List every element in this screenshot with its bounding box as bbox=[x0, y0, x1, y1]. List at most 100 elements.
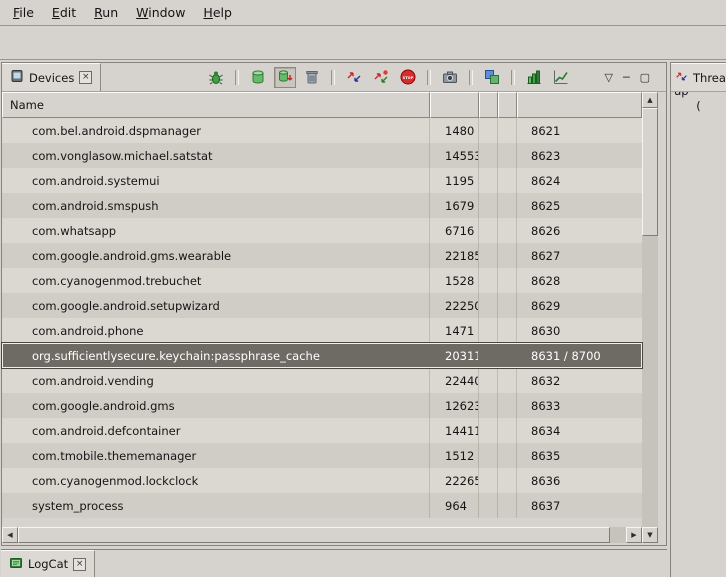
table-row[interactable]: com.android.phone14718630 bbox=[2, 318, 642, 343]
table-row[interactable]: com.vonglasow.michael.satstat145538623 bbox=[2, 143, 642, 168]
debug-icon[interactable] bbox=[205, 67, 227, 88]
update-threads-icon[interactable] bbox=[343, 67, 365, 88]
cell-empty bbox=[479, 118, 498, 143]
menu-item-help[interactable]: Help bbox=[194, 2, 241, 23]
tab-threads[interactable]: Threads bbox=[671, 63, 726, 91]
line-chart-icon[interactable] bbox=[550, 67, 572, 88]
table-row[interactable]: com.whatsapp67168626 bbox=[2, 218, 642, 243]
update-heap-icon[interactable] bbox=[247, 67, 269, 88]
table-row[interactable]: com.google.android.gms.wearable221858627 bbox=[2, 243, 642, 268]
cell-empty bbox=[498, 268, 517, 293]
devices-panel: Devices × STOP ▽ ─ ▢ Name com.bel.android.… bbox=[1, 62, 667, 546]
table-row[interactable]: com.cyanogenmod.trebuchet15288628 bbox=[2, 268, 642, 293]
cell-pid: 22265 bbox=[430, 468, 479, 493]
cell-empty bbox=[498, 443, 517, 468]
scroll-down-button[interactable]: ▼ bbox=[642, 527, 658, 543]
cell-empty bbox=[498, 368, 517, 393]
main-toolbar bbox=[0, 27, 726, 60]
scroll-up-button[interactable]: ▲ bbox=[642, 92, 658, 108]
cell-empty bbox=[498, 218, 517, 243]
column-header-empty[interactable] bbox=[479, 92, 498, 118]
threads-panel-header: Threads bbox=[671, 63, 726, 92]
menu-item-run[interactable]: Run bbox=[85, 2, 127, 23]
cell-pid: 12623 bbox=[430, 393, 479, 418]
threads-tab-icon bbox=[675, 70, 688, 86]
dump-hprof-icon[interactable] bbox=[274, 67, 296, 88]
cell-empty bbox=[498, 118, 517, 143]
menu-item-file[interactable]: File bbox=[4, 2, 43, 23]
cell-port: 8630 bbox=[517, 318, 642, 343]
vertical-scrollbar-thumb[interactable] bbox=[642, 108, 658, 236]
toolbar-separator bbox=[469, 70, 473, 85]
cell-empty bbox=[479, 343, 498, 368]
cell-port: 8627 bbox=[517, 243, 642, 268]
table-row[interactable]: com.cyanogenmod.lockclock222658636 bbox=[2, 468, 642, 493]
column-header-pid[interactable] bbox=[430, 92, 479, 118]
toolbar-separator bbox=[511, 70, 515, 85]
table-header: Name bbox=[2, 92, 642, 118]
column-header-empty[interactable] bbox=[498, 92, 517, 118]
vertical-scrollbar[interactable]: ▲ ▼ bbox=[642, 92, 658, 543]
column-header-name[interactable]: Name bbox=[2, 92, 430, 118]
start-method-profiling-icon[interactable] bbox=[370, 67, 392, 88]
cell-port: 8626 bbox=[517, 218, 642, 243]
cell-pid: 22250 bbox=[430, 293, 479, 318]
tab-logcat[interactable]: LogCat × bbox=[1, 550, 95, 577]
cell-empty bbox=[498, 243, 517, 268]
cell-empty bbox=[498, 343, 517, 368]
cell-pid: 1512 bbox=[430, 443, 479, 468]
table-row[interactable]: com.bel.android.dspmanager14808621 bbox=[2, 118, 642, 143]
table-row[interactable]: com.android.systemui11958624 bbox=[2, 168, 642, 193]
cell-empty bbox=[479, 418, 498, 443]
minimize-icon[interactable]: ─ bbox=[623, 72, 630, 83]
cell-empty bbox=[498, 193, 517, 218]
cell-empty bbox=[479, 393, 498, 418]
panel-controls: ▽ ─ ▢ bbox=[605, 72, 651, 83]
cell-port: 8625 bbox=[517, 193, 642, 218]
tab-devices[interactable]: Devices × bbox=[2, 63, 101, 91]
table-row[interactable]: com.android.defcontainer144118634 bbox=[2, 418, 642, 443]
maximize-icon[interactable]: ▢ bbox=[640, 72, 650, 83]
cell-empty bbox=[479, 368, 498, 393]
stop-process-icon[interactable]: STOP bbox=[397, 67, 419, 88]
horizontal-scrollbar-thumb[interactable] bbox=[18, 527, 610, 543]
cell-port: 8636 bbox=[517, 468, 642, 493]
table-row[interactable]: com.google.android.gms126238633 bbox=[2, 393, 642, 418]
device-table-body: com.bel.android.dspmanager14808621com.vo… bbox=[2, 118, 642, 518]
table-row[interactable]: org.sufficientlysecure.keychain:passphra… bbox=[2, 343, 642, 368]
cell-empty bbox=[479, 243, 498, 268]
cell-name: com.tmobile.thememanager bbox=[2, 443, 430, 468]
cell-empty bbox=[479, 443, 498, 468]
cell-port: 8634 bbox=[517, 418, 642, 443]
cell-pid: 22185 bbox=[430, 243, 479, 268]
close-icon[interactable]: × bbox=[73, 558, 86, 571]
menu-bar: FileEditRunWindowHelp bbox=[0, 0, 726, 26]
table-row[interactable]: com.tmobile.thememanager15128635 bbox=[2, 443, 642, 468]
scroll-left-button[interactable]: ◀ bbox=[2, 527, 18, 543]
table-row[interactable]: com.android.smspush16798625 bbox=[2, 193, 642, 218]
cell-name: com.android.phone bbox=[2, 318, 430, 343]
scroll-right-button[interactable]: ▶ bbox=[626, 527, 642, 543]
horizontal-scrollbar[interactable]: ◀ ▶ bbox=[2, 527, 642, 543]
cell-name: com.whatsapp bbox=[2, 218, 430, 243]
cell-pid: 1480 bbox=[430, 118, 479, 143]
bar-chart-icon[interactable] bbox=[523, 67, 545, 88]
table-row[interactable]: com.android.vending224408632 bbox=[2, 368, 642, 393]
table-row[interactable]: system_process9648637 bbox=[2, 493, 642, 518]
menu-item-window[interactable]: Window bbox=[127, 2, 194, 23]
screen-capture-icon[interactable] bbox=[439, 67, 461, 88]
dump-view-hierarchy-icon[interactable] bbox=[481, 67, 503, 88]
cell-empty bbox=[498, 493, 517, 518]
table-row[interactable]: com.google.android.setupwizard222508629 bbox=[2, 293, 642, 318]
cell-pid: 1528 bbox=[430, 268, 479, 293]
menu-item-edit[interactable]: Edit bbox=[43, 2, 85, 23]
cause-gc-icon[interactable] bbox=[301, 67, 323, 88]
toolbar-separator bbox=[235, 70, 239, 85]
cell-empty bbox=[498, 168, 517, 193]
close-icon[interactable]: × bbox=[79, 71, 92, 84]
view-menu-icon[interactable]: ▽ bbox=[605, 72, 613, 83]
column-header-port[interactable] bbox=[517, 92, 642, 118]
cell-port: 8632 bbox=[517, 368, 642, 393]
cell-name: com.cyanogenmod.trebuchet bbox=[2, 268, 430, 293]
threads-panel: Threads Thread up ( bbox=[670, 62, 726, 577]
